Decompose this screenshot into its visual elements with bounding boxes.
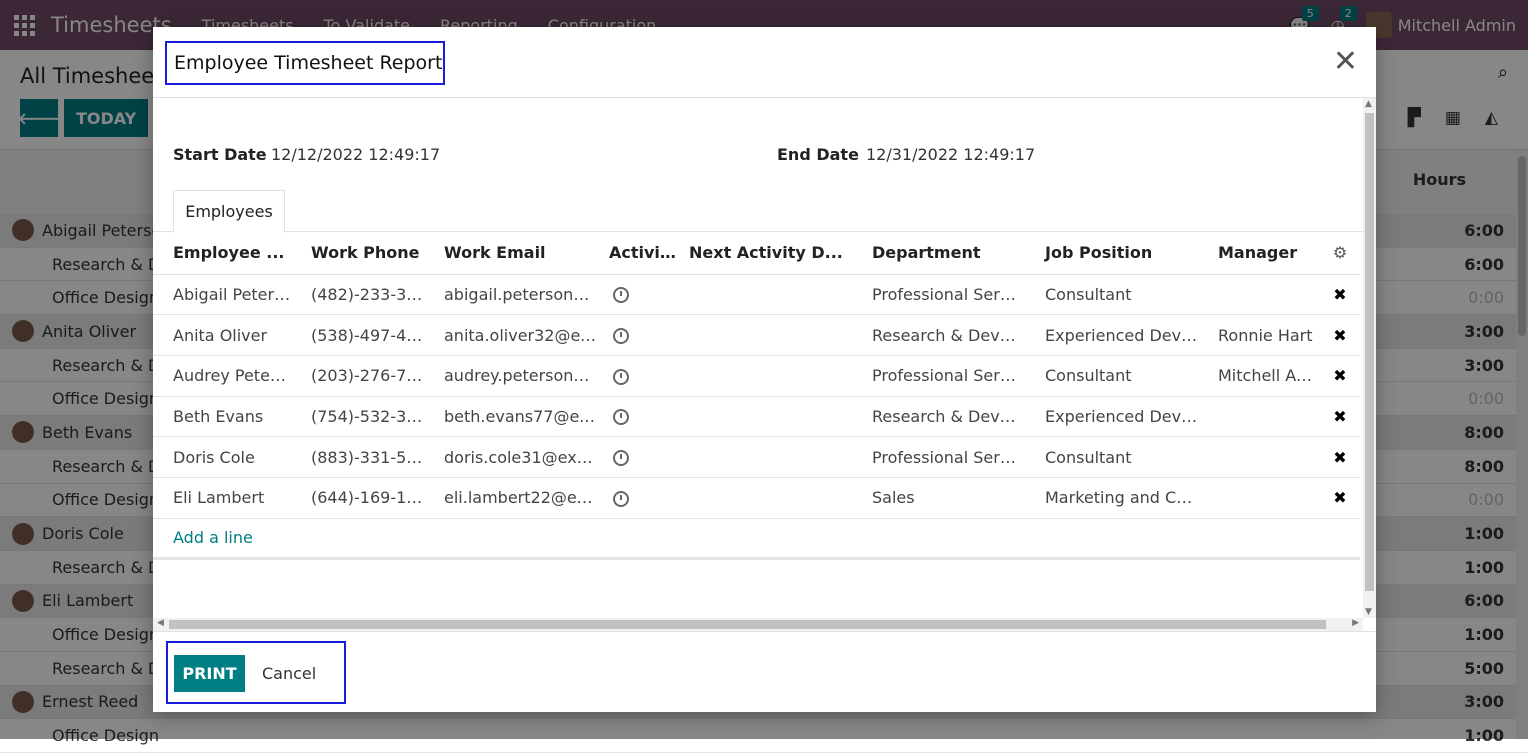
print-button[interactable]: PRINT xyxy=(174,655,245,692)
work-email-cell[interactable]: anita.oliver32@example.com xyxy=(424,314,597,356)
end-date-label: End Date xyxy=(777,145,859,164)
job-position-cell[interactable]: Consultant xyxy=(1025,436,1198,478)
column-header[interactable]: Department xyxy=(852,232,1025,275)
tab-employees[interactable]: Employees xyxy=(173,190,285,233)
table-row[interactable]: Eli Lambert (644)-169-1352 eli.lambert22… xyxy=(153,477,1360,519)
work-phone-cell[interactable]: (883)-331-5378 xyxy=(291,436,424,478)
job-position-cell[interactable]: Consultant xyxy=(1025,274,1198,316)
table-row[interactable]: Doris Cole (883)-331-5378 doris.cole31@e… xyxy=(153,436,1360,478)
table-row[interactable]: Beth Evans (754)-532-3841 beth.evans77@e… xyxy=(153,396,1360,438)
work-email-cell[interactable]: doris.cole31@example.com xyxy=(424,436,597,478)
scroll-left-arrow-icon[interactable]: ◀ xyxy=(157,618,164,628)
manager-cell[interactable] xyxy=(1198,396,1320,438)
delete-row-icon[interactable]: ✖ xyxy=(1320,396,1360,438)
table-row[interactable]: Abigail Peterson (482)-233-3393 abigail.… xyxy=(153,274,1360,316)
next-activity-cell[interactable] xyxy=(679,355,852,397)
date-fields: Start Date 12/12/2022 12:49:17 End Date … xyxy=(173,145,1353,164)
employee-name-cell[interactable]: Audrey Peterson xyxy=(153,355,291,397)
modal-body: Start Date 12/12/2022 12:49:17 End Date … xyxy=(153,98,1363,618)
modal-vertical-scrollbar[interactable]: ▲ ▼ xyxy=(1363,98,1376,618)
manager-cell[interactable]: Ronnie Hart xyxy=(1198,314,1320,356)
delete-row-icon[interactable]: ✖ xyxy=(1320,355,1360,397)
start-date-field[interactable]: 12/12/2022 12:49:17 xyxy=(271,145,777,164)
manager-cell[interactable] xyxy=(1198,436,1320,478)
employees-table: Employee ... Work Phone Work Email Activ… xyxy=(153,232,1360,561)
cancel-button[interactable]: Cancel xyxy=(262,655,316,692)
activity-clock-icon[interactable] xyxy=(613,490,629,507)
job-position-cell[interactable]: Marketing and Community Manager xyxy=(1025,477,1198,519)
scroll-right-arrow-icon[interactable]: ▶ xyxy=(1352,618,1359,628)
department-cell[interactable]: Professional Services xyxy=(852,436,1025,478)
table-row[interactable]: Audrey Peterson (203)-276-7903 audrey.pe… xyxy=(153,355,1360,397)
footer-highlight: PRINT Cancel xyxy=(166,641,346,704)
next-activity-cell[interactable] xyxy=(679,314,852,356)
delete-row-icon[interactable]: ✖ xyxy=(1320,477,1360,519)
next-activity-cell[interactable] xyxy=(679,436,852,478)
end-date-field[interactable]: 12/31/2022 12:49:17 xyxy=(866,145,1035,164)
scroll-up-arrow-icon[interactable]: ▲ xyxy=(1365,99,1372,109)
optional-columns-icon[interactable]: ⚙ xyxy=(1320,232,1360,275)
table-row[interactable]: Anita Oliver (538)-497-4804 anita.oliver… xyxy=(153,314,1360,356)
activity-clock-icon[interactable] xyxy=(613,450,629,467)
department-cell[interactable]: Professional Services xyxy=(852,355,1025,397)
work-phone-cell[interactable]: (538)-497-4804 xyxy=(291,314,424,356)
manager-cell[interactable] xyxy=(1198,274,1320,316)
modal-footer: PRINT Cancel xyxy=(153,631,1376,712)
employee-name-cell[interactable]: Anita Oliver xyxy=(153,314,291,356)
employee-name-cell[interactable]: Eli Lambert xyxy=(153,477,291,519)
add-line-row: Add a line xyxy=(153,518,1360,561)
next-activity-cell[interactable] xyxy=(679,396,852,438)
work-phone-cell[interactable]: (644)-169-1352 xyxy=(291,477,424,519)
modal-header: Employee Timesheet Report ✕ xyxy=(153,27,1376,98)
delete-row-icon[interactable]: ✖ xyxy=(1320,274,1360,316)
employee-name-cell[interactable]: Doris Cole xyxy=(153,436,291,478)
column-header[interactable]: Work Email xyxy=(424,232,597,275)
scroll-down-arrow-icon[interactable]: ▼ xyxy=(1365,607,1372,617)
employee-name-cell[interactable]: Abigail Peterson xyxy=(153,274,291,316)
work-email-cell[interactable]: eli.lambert22@example.com xyxy=(424,477,597,519)
table-header-row: Employee ... Work Phone Work Email Activ… xyxy=(153,232,1360,275)
column-header[interactable]: Next Activity D... xyxy=(679,232,852,275)
job-position-cell[interactable]: Experienced Developer xyxy=(1025,396,1198,438)
column-header[interactable]: Work Phone xyxy=(291,232,424,275)
add-a-line-link[interactable]: Add a line xyxy=(173,528,253,547)
column-header[interactable]: Activities xyxy=(597,232,679,275)
department-cell[interactable]: Sales xyxy=(852,477,1025,519)
delete-row-icon[interactable]: ✖ xyxy=(1320,436,1360,478)
job-position-cell[interactable]: Experienced Developer xyxy=(1025,314,1198,356)
start-date-label: Start Date xyxy=(173,145,267,164)
manager-cell[interactable]: Mitchell Admin xyxy=(1198,355,1320,397)
job-position-cell[interactable]: Consultant xyxy=(1025,355,1198,397)
scroll-thumb[interactable] xyxy=(1365,113,1374,591)
work-phone-cell[interactable]: (482)-233-3393 xyxy=(291,274,424,316)
activity-clock-icon[interactable] xyxy=(613,287,629,304)
work-email-cell[interactable]: beth.evans77@example.com xyxy=(424,396,597,438)
next-activity-cell[interactable] xyxy=(679,477,852,519)
column-header[interactable]: Manager xyxy=(1198,232,1320,275)
notebook-tabs: Employees xyxy=(153,190,1363,233)
work-phone-cell[interactable]: (203)-276-7903 xyxy=(291,355,424,397)
next-activity-cell[interactable] xyxy=(679,274,852,316)
modal-horizontal-scrollbar[interactable]: ◀ ▶ xyxy=(153,618,1363,631)
department-cell[interactable]: Professional Services xyxy=(852,274,1025,316)
modal-title: Employee Timesheet Report xyxy=(165,41,445,85)
work-email-cell[interactable]: audrey.peterson25@example.com xyxy=(424,355,597,397)
close-icon[interactable]: ✕ xyxy=(1333,47,1358,77)
department-cell[interactable]: Research & Development xyxy=(852,314,1025,356)
work-email-cell[interactable]: abigail.peterson39@example.com xyxy=(424,274,597,316)
activity-clock-icon[interactable] xyxy=(613,368,629,385)
scroll-thumb[interactable] xyxy=(169,620,1326,629)
column-header[interactable]: Job Position xyxy=(1025,232,1198,275)
manager-cell[interactable] xyxy=(1198,477,1320,519)
delete-row-icon[interactable]: ✖ xyxy=(1320,314,1360,356)
activity-clock-icon[interactable] xyxy=(613,328,629,345)
employee-timesheet-report-dialog: Employee Timesheet Report ✕ Start Date 1… xyxy=(153,27,1376,712)
work-phone-cell[interactable]: (754)-532-3841 xyxy=(291,396,424,438)
employee-name-cell[interactable]: Beth Evans xyxy=(153,396,291,438)
department-cell[interactable]: Research & Development xyxy=(852,396,1025,438)
column-header[interactable]: Employee ... xyxy=(153,232,291,275)
activity-clock-icon[interactable] xyxy=(613,409,629,426)
